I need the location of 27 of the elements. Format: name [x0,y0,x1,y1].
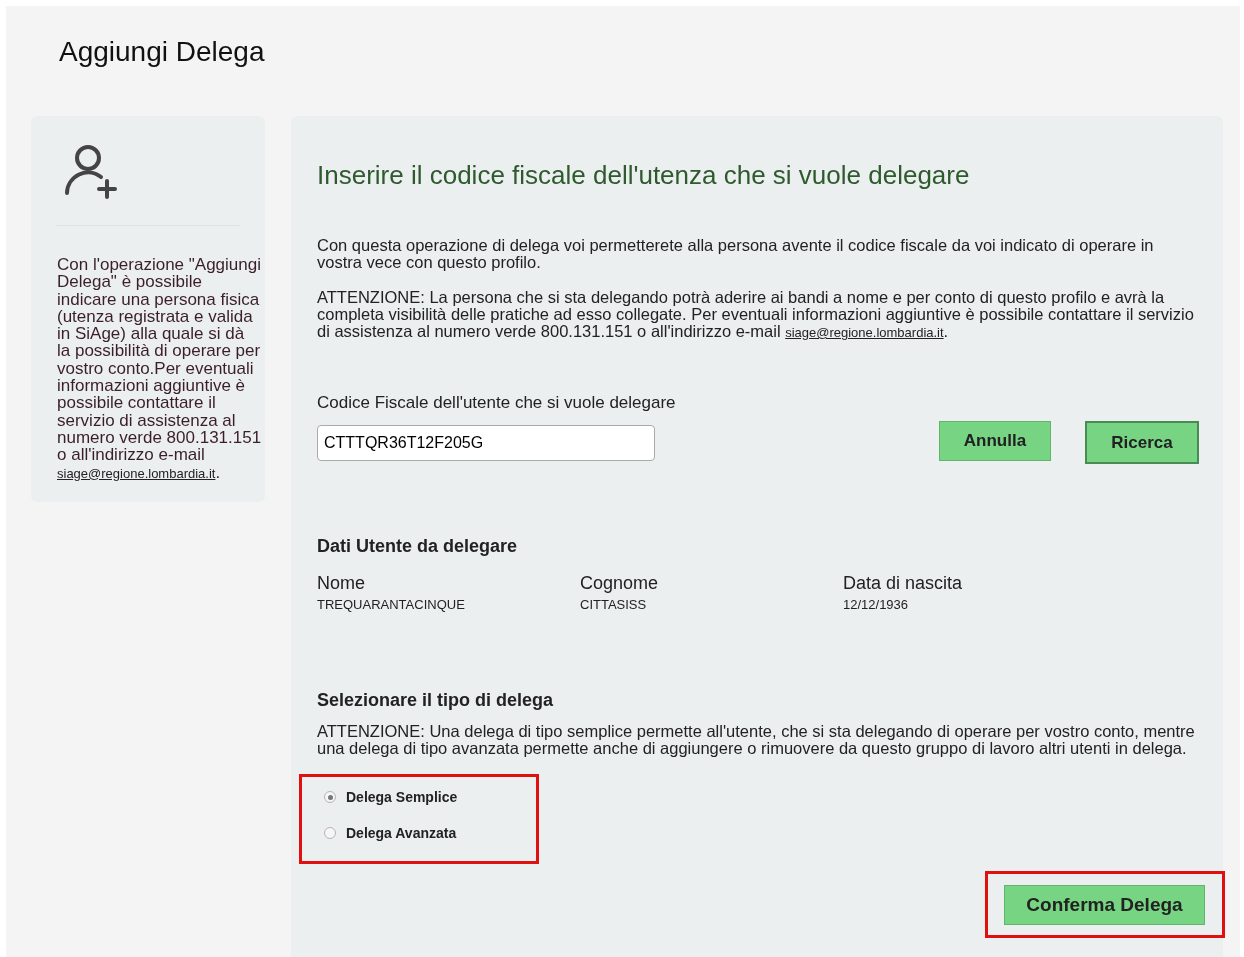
paragraph: ATTENZIONE: La persona che si sta delegando potrà aderire ai bandi a nome e per conto di questo profilo e avrà la completa visibilità delle pratiche ad esso collegate. Per eventuali informazioni aggiuntive è possibile contattare il servizio di assistenza al numero verde 800.131.151 o all'indirizzo e-mail siage@regione.lombardia.it. [317,289,1195,341]
field-label: Nome [317,573,366,594]
tax-code-field[interactable]: CTTTQR36T12F205G [317,424,655,461]
radio-button[interactable] [324,827,336,839]
radio-label: Delega Avanzata [346,825,457,841]
field-value: 12/12/1936 [843,597,910,612]
paragraph: ATTENZIONE: Una delega di tipo semplice permette all'utente, che si sta delegando di operare per vostro conto, mentre una delega di tipo avanzata permette anche di aggiungere o rimuovere da questo gruppo di lavoro altri utenti in delega. [317,723,1196,757]
paragraph: Con l'operazione "Aggiungi Delega" è possibile indicare una persona fisica (utenza registrata e valida in SiAge) alla quale si dà la possibilità di operare per vostro conto.Per eventuali informazioni aggiuntive è possibile contattare il servizio di assistenza al numero verde 800.131.151 o all'indirizzo e-mail siage@regione.lombardia.it. [57,256,262,482]
field-value: TREQUARANTACINQUE [317,597,466,612]
email-link[interactable]: siage@regione.lombardia.it [785,325,944,340]
action-button[interactable]: Ricerca [1085,421,1199,464]
section-title: Selezionare il tipo di delega [317,690,555,711]
field-label: Cognome [580,573,660,594]
page-title: Aggiungi Delega [58,35,266,69]
radio-label: Delega Semplice [346,789,458,805]
section-heading: Inserire il codice fiscale dell'utenza che si vuole delegare [317,160,971,191]
email-link[interactable]: siage@regione.lombardia.it [57,465,216,481]
radio-option[interactable]: Delega Avanzata [324,825,536,841]
section-title: Dati Utente da delegare [317,536,519,557]
radio-button[interactable] [324,791,336,803]
action-button[interactable]: Annulla [939,421,1051,461]
field-label: Codice Fiscale dell'utente che si vuole delegare [317,393,677,413]
field-value: CITTASISS [580,597,648,612]
paragraph: Con questa operazione di delega voi permetterete alla persona avente il codice fiscale da voi indicato di operare in vostra vece con questo profilo. [317,237,1155,271]
radio-option[interactable]: Delega Semplice [324,789,536,805]
field-label: Data di nascita [843,573,964,594]
confirm-button[interactable]: Conferma Delega [1004,885,1205,925]
